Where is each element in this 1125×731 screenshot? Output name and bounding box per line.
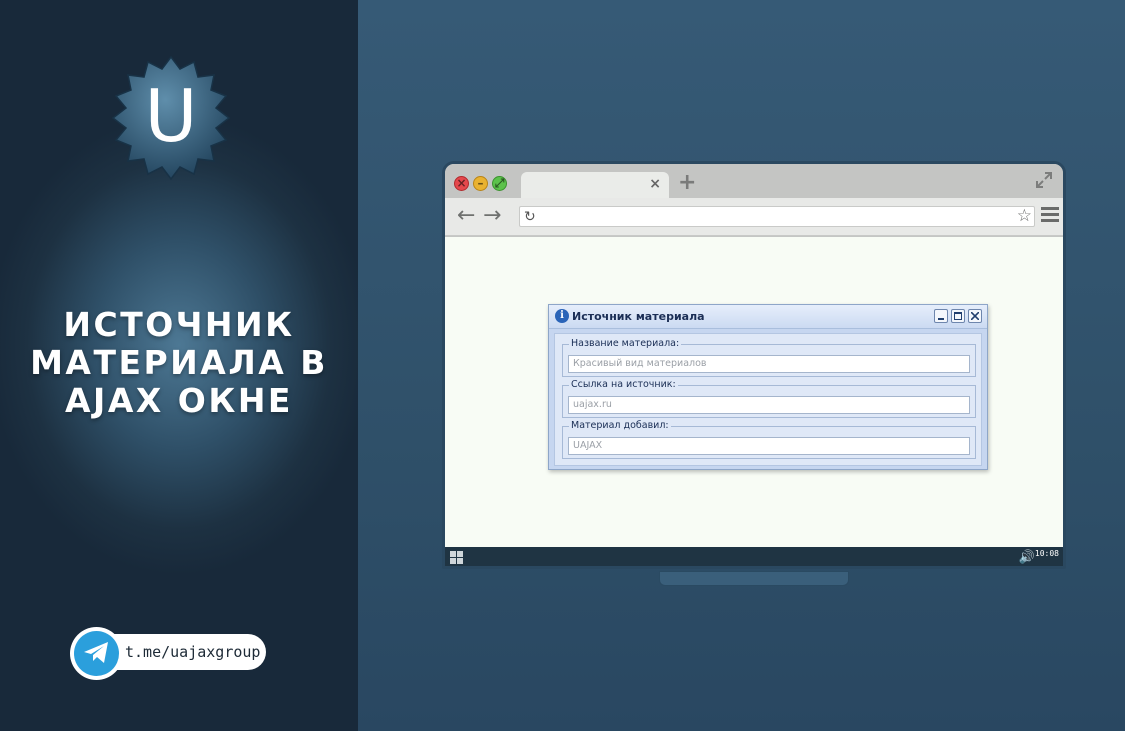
tab-bar: × – ⤢ × + bbox=[445, 164, 1063, 198]
ajax-window-title: Источник материала bbox=[572, 310, 705, 323]
maximize-icon bbox=[954, 312, 962, 320]
ajax-minimize-button[interactable] bbox=[934, 309, 948, 323]
headline-line-2: МАТЕРИАЛА В bbox=[30, 343, 328, 382]
reload-icon[interactable]: ↻ bbox=[524, 208, 536, 226]
info-icon: i bbox=[555, 309, 569, 323]
speaker-icon[interactable]: 🔊 bbox=[1019, 549, 1035, 566]
minimize-icon: – bbox=[477, 176, 484, 190]
field-group-source-link: Ссылка на источник: uajax.ru bbox=[562, 379, 976, 418]
taskbar-clock: 10:08 bbox=[1034, 549, 1059, 558]
forward-button[interactable]: → bbox=[483, 203, 501, 229]
logo-letter: U bbox=[144, 74, 198, 158]
added-by-label: Материал добавил: bbox=[569, 420, 671, 432]
added-by-field[interactable]: UAJAX bbox=[568, 437, 970, 455]
minimize-window-button[interactable]: – bbox=[473, 176, 488, 191]
bookmark-star-icon[interactable]: ☆ bbox=[1017, 206, 1032, 226]
menu-icon[interactable] bbox=[1041, 207, 1059, 223]
material-name-field[interactable]: Красивый вид материалов bbox=[568, 355, 970, 373]
monitor-stand bbox=[659, 571, 849, 586]
telegram-icon bbox=[74, 631, 119, 676]
headline: ИСТОЧНИК МАТЕРИАЛА В AJAX ОКНЕ bbox=[0, 306, 358, 420]
promo-panel: U ИСТОЧНИК МАТЕРИАЛА В AJAX ОКНЕ t.me/ua… bbox=[0, 0, 358, 731]
minimize-icon bbox=[938, 318, 944, 320]
source-link-field[interactable]: uajax.ru bbox=[568, 396, 970, 414]
telegram-link[interactable]: t.me/uajaxgroup bbox=[70, 627, 266, 680]
headline-line-1: ИСТОЧНИК bbox=[63, 305, 295, 344]
ajax-close-button[interactable] bbox=[968, 309, 982, 323]
field-group-added-by: Материал добавил: UAJAX bbox=[562, 420, 976, 459]
ajax-window: i Источник материала Название материала:… bbox=[548, 304, 988, 470]
new-tab-button[interactable]: + bbox=[678, 172, 696, 194]
close-window-button[interactable]: × bbox=[454, 176, 469, 191]
taskbar: 🔊 10:08 bbox=[445, 547, 1063, 566]
ucoz-logo: U bbox=[108, 55, 234, 181]
ajax-window-body: Название материала: Красивый вид материа… bbox=[554, 333, 982, 466]
tab-close-icon[interactable]: × bbox=[649, 176, 661, 192]
back-button[interactable]: ← bbox=[457, 203, 475, 229]
material-name-label: Название материала: bbox=[569, 338, 682, 350]
fullscreen-icon[interactable] bbox=[1035, 171, 1053, 189]
start-icon[interactable] bbox=[450, 551, 464, 565]
source-link-label: Ссылка на источник: bbox=[569, 379, 678, 391]
close-icon bbox=[971, 312, 979, 320]
field-group-material-name: Название материала: Красивый вид материа… bbox=[562, 338, 976, 377]
browser-toolbar: ← → ↻ ☆ bbox=[445, 198, 1063, 236]
telegram-badge bbox=[70, 627, 123, 680]
ajax-maximize-button[interactable] bbox=[951, 309, 965, 323]
ajax-window-titlebar[interactable]: i Источник материала bbox=[549, 305, 987, 329]
telegram-link-text[interactable]: t.me/uajaxgroup bbox=[125, 634, 260, 670]
zoom-window-button[interactable]: ⤢ bbox=[492, 176, 507, 191]
close-icon: × bbox=[456, 176, 467, 190]
browser-tab[interactable]: × bbox=[521, 172, 669, 198]
zoom-icon: ⤢ bbox=[494, 176, 505, 190]
headline-line-3: AJAX ОКНЕ bbox=[65, 381, 293, 420]
address-bar[interactable]: ↻ ☆ bbox=[519, 206, 1035, 227]
